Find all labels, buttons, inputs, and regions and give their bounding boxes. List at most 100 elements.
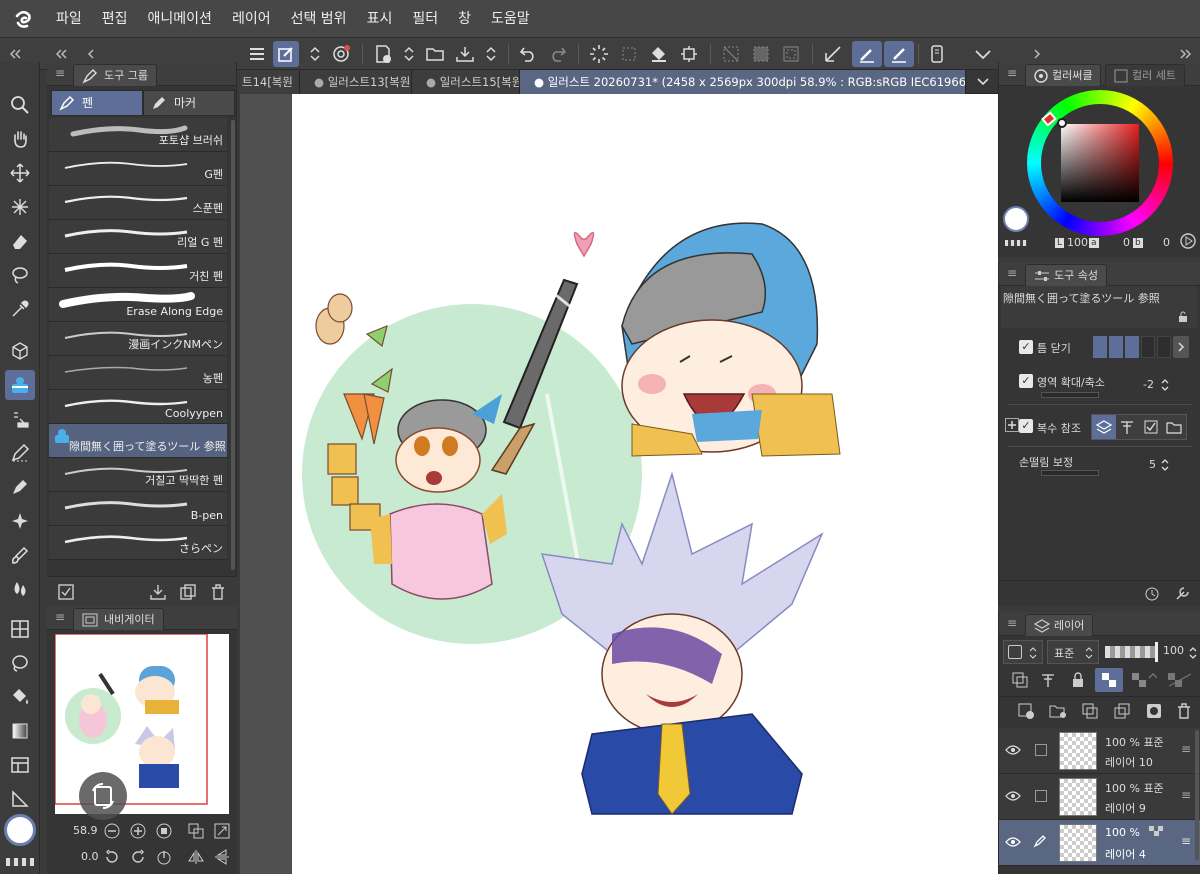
gradient-fill-tool-icon[interactable] (5, 404, 35, 434)
move-tool-icon[interactable] (5, 158, 35, 188)
actual-size-icon[interactable] (187, 822, 205, 840)
tool-settings-icon[interactable] (1143, 585, 1161, 603)
navigator-tab[interactable]: 내비게이터 (73, 608, 164, 630)
area-scale-slider[interactable] (1041, 392, 1099, 398)
text-panel-tool-icon[interactable] (5, 750, 35, 780)
invert-selection-icon[interactable] (778, 41, 804, 67)
clear-outside-icon[interactable] (718, 41, 744, 67)
layer-lock-checkbox[interactable] (1035, 790, 1047, 802)
canvas-rotate-icon[interactable] (79, 772, 127, 820)
brush-item[interactable]: 농펜 (49, 356, 227, 390)
panel-menu-icon[interactable]: ≡ (1007, 266, 1017, 280)
visibility-eye-icon[interactable] (1003, 742, 1023, 758)
fit-view-icon[interactable] (155, 822, 173, 840)
close-gap-checkbox[interactable]: ✓ (1019, 340, 1033, 354)
mask-layer-icon[interactable] (1129, 670, 1159, 690)
fill-tool-icon[interactable] (5, 370, 35, 400)
up-down-chevron-icon[interactable] (1159, 374, 1171, 396)
layer-row[interactable]: 100 % 표준 레이어 9 ≡ (999, 774, 1200, 820)
new-folder-icon[interactable] (1047, 700, 1069, 722)
visibility-eye-icon[interactable] (1003, 788, 1023, 804)
snap-grid-icon[interactable] (884, 41, 914, 67)
flip-vertical-icon[interactable] (213, 848, 231, 866)
up-down-chevron-icon[interactable] (1187, 642, 1199, 664)
close-gap-levels[interactable] (1093, 336, 1171, 358)
menu-window[interactable]: 창 (448, 0, 481, 38)
lock-layer-icon[interactable] (1067, 670, 1089, 690)
panel-menu-icon[interactable]: ≡ (55, 610, 65, 624)
gradient-tool-icon[interactable] (5, 716, 35, 746)
disabled-mask-icon[interactable] (1165, 670, 1195, 690)
ruler-tool-icon[interactable] (5, 784, 35, 814)
new-raster-layer-icon[interactable] (1015, 700, 1037, 722)
zoom-tool-icon[interactable] (5, 90, 35, 120)
paint-bucket-tool-icon[interactable] (5, 682, 35, 712)
tab-color-set[interactable]: 컬러 세트 (1105, 64, 1185, 86)
clip-layer-icon[interactable] (1009, 670, 1031, 690)
brush-list-scrollbar[interactable] (231, 120, 235, 570)
brush-item[interactable]: 거친 펜 (49, 254, 227, 288)
menu-animation[interactable]: 애니메이션 (138, 0, 222, 38)
play-circle-icon[interactable] (1179, 232, 1197, 250)
pencil-tool-icon[interactable] (5, 438, 35, 468)
wrench-icon[interactable] (1173, 585, 1191, 603)
area-scale-checkbox[interactable]: ✓ (1019, 374, 1033, 388)
menu-selection[interactable]: 선택 범위 (281, 0, 357, 38)
selected-layers-icon[interactable] (1139, 415, 1163, 439)
brush-item[interactable]: 거칠고 딱딱한 펜 (49, 458, 227, 492)
transparent-swatch-icon[interactable] (6, 858, 34, 866)
brush-item[interactable]: Coolyypen (49, 390, 227, 424)
brush-item[interactable]: B-pen (49, 492, 227, 526)
brush-item[interactable]: Erase Along Edge (49, 288, 227, 322)
eyedropper-tool-icon[interactable] (5, 294, 35, 324)
layer-mask-icon[interactable] (1143, 700, 1165, 722)
merge-down-icon[interactable] (1111, 700, 1133, 722)
tab-pen[interactable]: 펜 (51, 90, 143, 116)
transform-icon[interactable] (676, 41, 702, 67)
multi-ref-checkbox[interactable]: ✓ (1019, 419, 1033, 433)
chevron-down-icon[interactable] (970, 41, 996, 67)
brush-item[interactable]: さらペン (49, 526, 227, 560)
save-icon[interactable] (452, 41, 478, 67)
snap-ruler-icon[interactable] (852, 41, 882, 67)
eraser-tool-icon[interactable] (5, 226, 35, 256)
delete-layer-icon[interactable] (1173, 700, 1195, 722)
3d-object-tool-icon[interactable] (5, 336, 35, 366)
doc-tab[interactable]: ● 일러스트13[복원 (300, 70, 412, 94)
rotate-left-icon[interactable] (103, 848, 121, 866)
layer-drag-handle-icon[interactable]: ≡ (1181, 788, 1191, 802)
doc-tab[interactable]: ● 일러스트15[복원 (412, 70, 520, 94)
layer-lock-checkbox[interactable] (1035, 744, 1047, 756)
menu-file[interactable]: 파일 (46, 0, 92, 38)
brush-tool-icon[interactable] (5, 540, 35, 570)
opacity-slider-handle[interactable] (1155, 642, 1158, 662)
menu-help[interactable]: 도움말 (481, 0, 540, 38)
brush-item[interactable]: G펜 (49, 152, 227, 186)
transfer-down-icon[interactable] (1079, 700, 1101, 722)
auto-select-tool-icon[interactable] (5, 192, 35, 222)
transparent-swatch-icon[interactable] (1005, 240, 1027, 246)
up-down-chevron-icon[interactable] (478, 41, 504, 67)
layer-drag-handle-icon[interactable]: ≡ (1181, 742, 1191, 756)
saturation-value-square[interactable] (1061, 124, 1139, 202)
open-folder-icon[interactable] (422, 41, 448, 67)
rotate-right-icon[interactable] (129, 848, 147, 866)
main-color-swatch[interactable] (4, 814, 36, 846)
layer-row-selected[interactable]: 100 % 레이어 4 ≡ (999, 820, 1200, 866)
brush-item[interactable]: 漫画インクNMペン (49, 322, 227, 356)
fill-selection-icon[interactable] (748, 41, 774, 67)
visibility-eye-icon[interactable] (1003, 834, 1023, 850)
fit-window-icon[interactable] (213, 822, 231, 840)
tab-list-chevron-icon[interactable] (974, 73, 992, 91)
import-icon[interactable] (147, 581, 169, 603)
zoom-in-icon[interactable] (129, 822, 147, 840)
panel-menu-icon[interactable]: ≡ (1007, 616, 1017, 630)
trash-icon[interactable] (207, 581, 229, 603)
doc-tab[interactable]: 트14[복원 (240, 70, 300, 94)
subtool-settings-icon[interactable] (55, 581, 77, 603)
menu-view[interactable]: 표시 (357, 0, 403, 38)
undo-icon[interactable] (515, 41, 541, 67)
panel-menu-icon[interactable]: ≡ (1007, 66, 1017, 80)
frame-tool-icon[interactable] (5, 614, 35, 644)
pen-tool-icon[interactable] (5, 472, 35, 502)
